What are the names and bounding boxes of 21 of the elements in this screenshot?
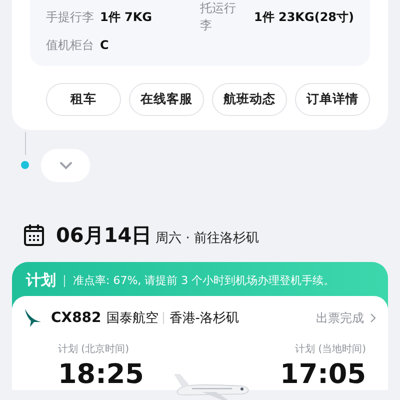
- arrival-time: 17:05: [280, 360, 366, 390]
- action-button[interactable]: 租车: [46, 83, 121, 116]
- flight-number: CX882: [51, 310, 102, 326]
- airline-name: 国泰航空: [106, 310, 158, 327]
- info-value: C: [100, 38, 109, 52]
- info-value: 1件 23KG(28寸): [254, 8, 354, 26]
- info-label: 值机柜台: [46, 36, 94, 54]
- action-button[interactable]: 航班动态: [212, 83, 287, 116]
- info-label: 托运行李: [200, 0, 237, 34]
- time-label: 计划 (北京时间): [58, 342, 130, 356]
- time-label: 计划 (当地时间): [295, 342, 366, 356]
- date-title: 06月14日: [56, 222, 152, 249]
- info-value: 1件 7KG: [100, 8, 152, 26]
- action-button[interactable]: 在线客服: [129, 83, 204, 116]
- status-note: 准点率: 67%, 请提前 3 个小时到机场办理登机手续。: [73, 273, 335, 288]
- action-button[interactable]: 订单详情: [295, 83, 370, 116]
- status-label: 计划: [26, 271, 56, 290]
- flight-route: 香港-洛杉矶: [169, 310, 239, 327]
- departure-time: 18:25: [58, 360, 144, 390]
- info-label: 手提行李: [46, 8, 94, 26]
- date-detail: 周六 · 前往洛杉矶: [156, 230, 260, 247]
